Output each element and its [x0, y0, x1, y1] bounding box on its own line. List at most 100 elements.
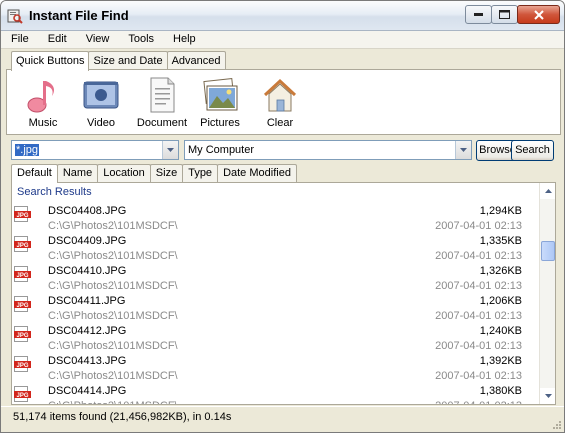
quick-buttons-panel: Music Video Document Pictures Clear: [6, 69, 561, 135]
jpg-file-icon: JPG: [14, 266, 31, 282]
jpg-file-icon: JPG: [14, 386, 31, 402]
sort-tab-date-modified[interactable]: Date Modified: [217, 164, 297, 182]
document-button[interactable]: Document: [131, 76, 193, 132]
home-clear-icon: [263, 78, 297, 112]
caption-buttons: [465, 5, 560, 25]
result-row[interactable]: JPG DSC04408.JPG 1,294KB C:\G\Photos2\101MS…: [12, 202, 540, 232]
sort-tab-type[interactable]: Type: [182, 164, 219, 182]
file-path: C:\G\Photos2\101MSDCF\: [48, 370, 178, 382]
file-path: C:\G\Photos2\101MSDCF\: [48, 340, 178, 352]
jpg-file-icon: JPG: [14, 296, 31, 312]
results-list[interactable]: Search Results JPG DSC04408.JPG 1,294KB C:\…: [11, 182, 556, 405]
pattern-combobox[interactable]: *.jpg: [11, 140, 179, 160]
tab-size-and-date[interactable]: Size and Date: [88, 51, 168, 70]
result-row[interactable]: JPG DSC04410.JPG 1,326KB C:\G\Photos2\101MS…: [12, 262, 540, 292]
close-button[interactable]: [517, 5, 560, 24]
result-row[interactable]: JPG DSC04414.JPG 1,380KB C:\G\Photos2\101MS…: [12, 382, 540, 404]
maximize-button[interactable]: [491, 5, 518, 24]
svg-text:JPG: JPG: [16, 303, 28, 309]
music-note-icon: [27, 81, 54, 113]
file-size: 1,326KB: [479, 265, 522, 277]
file-path: C:\G\Photos2\101MSDCF\: [48, 400, 178, 404]
menu-edit[interactable]: Edit: [48, 31, 67, 48]
close-icon: [533, 9, 544, 20]
title-bar[interactable]: Instant File Find: [1, 1, 564, 31]
sort-tab-size[interactable]: Size: [149, 164, 184, 182]
pictures-label: Pictures: [200, 117, 240, 129]
video-label: Video: [87, 117, 115, 129]
app-icon: [7, 9, 23, 24]
file-path: C:\G\Photos2\101MSDCF\: [48, 220, 178, 232]
search-row: *.jpg My Computer Browse Search: [11, 140, 556, 161]
file-size: 1,206KB: [479, 295, 522, 307]
search-button[interactable]: Search: [511, 140, 554, 161]
jpg-file-icon: JPG: [14, 236, 31, 252]
file-name: DSC04412.JPG: [48, 325, 127, 337]
file-date: 2007-04-01 02:13: [435, 280, 522, 292]
status-bar: 51,174 items found (21,456,982KB), in 0.…: [1, 406, 564, 432]
sort-tab-default[interactable]: Default: [11, 164, 58, 183]
svg-text:JPG: JPG: [16, 273, 28, 279]
result-row[interactable]: JPG DSC04409.JPG 1,335KB C:\G\Photos2\101MS…: [12, 232, 540, 262]
svg-text:JPG: JPG: [16, 333, 28, 339]
pictures-button[interactable]: Pictures: [189, 76, 251, 132]
chevron-down-icon: [167, 148, 174, 152]
results-rows: JPG DSC04408.JPG 1,294KB C:\G\Photos2\101MS…: [12, 202, 540, 404]
scroll-down-button[interactable]: [540, 388, 555, 404]
chevron-up-icon: [544, 189, 552, 193]
file-name: DSC04410.JPG: [48, 265, 127, 277]
result-row[interactable]: JPG DSC04412.JPG 1,240KB C:\G\Photos2\101MS…: [12, 322, 540, 352]
resize-grip-icon[interactable]: [550, 418, 562, 430]
result-row[interactable]: JPG DSC04411.JPG 1,206KB C:\G\Photos2\101MS…: [12, 292, 540, 322]
file-date: 2007-04-01 02:13: [435, 220, 522, 232]
file-date: 2007-04-01 02:13: [435, 250, 522, 262]
sort-tab-name[interactable]: Name: [56, 164, 99, 182]
scrollbar-thumb[interactable]: [541, 241, 555, 261]
jpg-file-icon: JPG: [14, 206, 31, 222]
menu-help[interactable]: Help: [173, 31, 196, 48]
clear-button[interactable]: Clear: [249, 76, 311, 132]
window-title: Instant File Find: [29, 8, 129, 23]
maximize-icon: [499, 10, 510, 19]
pictures-icon: [203, 78, 238, 111]
file-path: C:\G\Photos2\101MSDCF\: [48, 310, 178, 322]
chevron-down-icon: [460, 148, 467, 152]
app-window: Instant File Find File Edit View Tools H…: [0, 0, 565, 433]
result-row[interactable]: JPG DSC04413.JPG 1,392KB C:\G\Photos2\101MS…: [12, 352, 540, 382]
music-button[interactable]: Music: [12, 76, 74, 132]
vertical-scrollbar[interactable]: [539, 183, 555, 404]
svg-text:JPG: JPG: [16, 243, 28, 249]
pattern-value[interactable]: *.jpg: [15, 144, 40, 156]
video-film-icon: [83, 81, 119, 109]
clear-label: Clear: [266, 117, 294, 129]
minimize-icon: [474, 13, 483, 16]
minimize-button[interactable]: [465, 5, 492, 24]
tab-advanced[interactable]: Advanced: [166, 51, 226, 70]
status-text: 51,174 items found (21,456,982KB), in 0.…: [13, 411, 232, 423]
file-name: DSC04409.JPG: [48, 235, 127, 247]
results-header: Search Results: [17, 186, 92, 198]
location-combobox[interactable]: My Computer: [184, 140, 472, 160]
file-date: 2007-04-01 02:13: [435, 400, 522, 404]
file-size: 1,392KB: [479, 355, 522, 367]
sort-tabs: Default Name Location Size Type Date Mod…: [11, 164, 297, 183]
file-path: C:\G\Photos2\101MSDCF\: [48, 250, 178, 262]
tab-quick-buttons[interactable]: Quick Buttons: [11, 51, 90, 71]
file-name: DSC04413.JPG: [48, 355, 127, 367]
scroll-up-button[interactable]: [540, 183, 555, 199]
file-size: 1,240KB: [479, 325, 522, 337]
location-value[interactable]: My Computer: [188, 144, 254, 156]
menu-tools[interactable]: Tools: [128, 31, 154, 48]
menu-view[interactable]: View: [86, 31, 110, 48]
sort-tab-location[interactable]: Location: [97, 164, 151, 182]
filter-tabs: Quick Buttons Size and Date Advanced: [11, 51, 226, 71]
document-label: Document: [136, 117, 188, 129]
file-size: 1,380KB: [479, 385, 522, 397]
file-name: DSC04411.JPG: [48, 295, 126, 307]
jpg-file-icon: JPG: [14, 356, 31, 372]
pattern-dropdown-button[interactable]: [162, 141, 178, 159]
location-dropdown-button[interactable]: [455, 141, 471, 159]
menu-file[interactable]: File: [11, 31, 29, 48]
video-button[interactable]: Video: [70, 76, 132, 132]
file-name: DSC04414.JPG: [48, 385, 127, 397]
